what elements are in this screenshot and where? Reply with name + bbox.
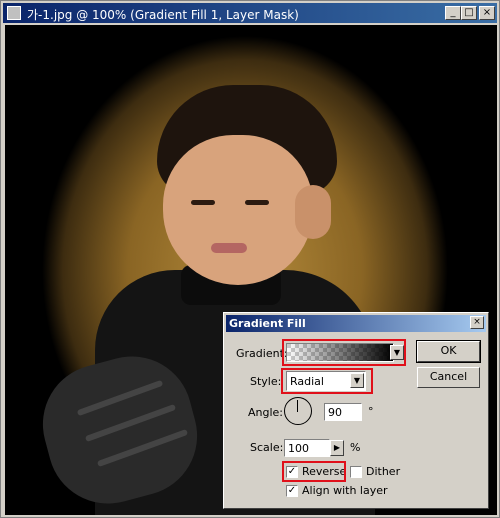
scale-slider-button[interactable]: ▶ xyxy=(330,440,344,456)
left-eye xyxy=(191,200,215,205)
angle-label: Angle: xyxy=(248,406,284,419)
reverse-highlight xyxy=(282,461,346,482)
dialog-close-button[interactable]: × xyxy=(470,316,484,329)
dialog-titlebar[interactable]: Gradient Fill × xyxy=(226,315,486,332)
minimize-button[interactable]: _ xyxy=(445,6,461,20)
maximize-button[interactable]: □ xyxy=(461,6,477,20)
scale-label: Scale: xyxy=(250,441,284,454)
dialog-title: Gradient Fill xyxy=(229,317,306,330)
angle-input[interactable]: 90 xyxy=(324,403,362,421)
dither-checkbox[interactable] xyxy=(350,466,362,478)
face xyxy=(163,135,313,285)
style-label: Style: xyxy=(250,375,282,388)
gradient-fill-dialog: Gradient Fill × Gradient: ▼ OK Cancel St… xyxy=(223,312,489,509)
scale-input-value: 100 xyxy=(288,442,309,455)
gradient-highlight xyxy=(282,339,406,366)
angle-dial[interactable] xyxy=(284,397,312,425)
window-titlebar[interactable]: 가-1.jpg @ 100% (Gradient Fill 1, Layer M… xyxy=(3,3,497,23)
angle-unit: ° xyxy=(368,405,374,418)
mouth xyxy=(211,243,247,253)
ear xyxy=(295,185,331,239)
style-highlight xyxy=(281,368,373,394)
window-title: 가-1.jpg @ 100% (Gradient Fill 1, Layer M… xyxy=(27,8,299,22)
angle-input-value: 90 xyxy=(328,406,342,419)
scale-unit: % xyxy=(350,441,361,454)
photoshop-doc-icon xyxy=(7,6,21,20)
cancel-button[interactable]: Cancel xyxy=(417,367,480,388)
align-with-layer-label: Align with layer xyxy=(302,484,388,497)
scale-input[interactable]: 100 xyxy=(284,439,330,457)
align-with-layer-checkbox[interactable]: ✓ xyxy=(286,485,298,497)
gradient-label: Gradient: xyxy=(236,347,288,360)
dither-label: Dither xyxy=(366,465,401,478)
right-eye xyxy=(245,200,269,205)
document-window: 가-1.jpg @ 100% (Gradient Fill 1, Layer M… xyxy=(0,0,500,518)
ok-button[interactable]: OK xyxy=(416,340,481,363)
close-button[interactable]: × xyxy=(479,6,495,20)
